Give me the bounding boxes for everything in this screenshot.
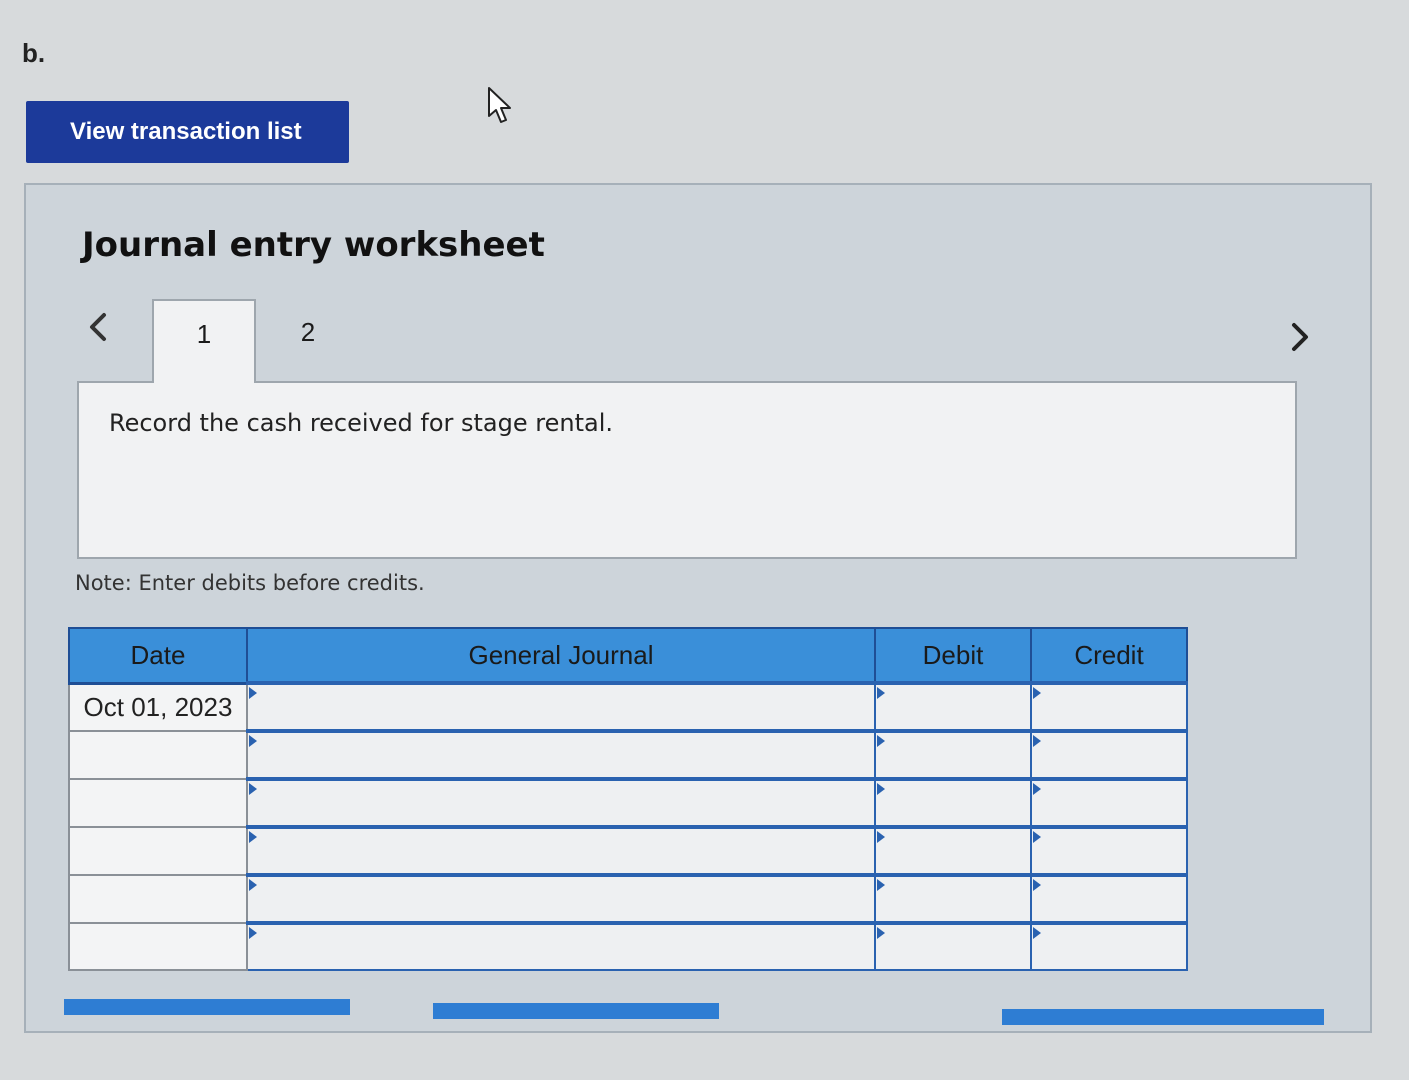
mouse-pointer-icon: [488, 87, 511, 123]
column-header-credit: Credit: [1030, 627, 1188, 685]
account-cell[interactable]: [246, 777, 876, 828]
debit-cell[interactable]: [874, 777, 1032, 828]
record-entry-button[interactable]: [64, 999, 350, 1015]
credit-cell[interactable]: [1030, 777, 1188, 828]
debit-cell[interactable]: [874, 825, 1032, 876]
credit-cell[interactable]: [1030, 921, 1188, 971]
tab-2-label: 2: [300, 317, 316, 347]
tab-1[interactable]: 1: [152, 299, 256, 383]
tab-2[interactable]: 2: [258, 299, 358, 383]
column-header-debit: Debit: [874, 627, 1032, 685]
worksheet-title: Journal entry worksheet: [82, 225, 545, 265]
table-row: [68, 729, 1188, 780]
table-row: [68, 825, 1188, 876]
date-cell[interactable]: [68, 730, 248, 780]
date-cell[interactable]: [68, 778, 248, 828]
date-cell[interactable]: [68, 874, 248, 924]
date-cell[interactable]: [68, 922, 248, 971]
chevron-right-icon[interactable]: [1284, 317, 1314, 357]
table-row: [68, 777, 1188, 828]
clear-entry-button[interactable]: [433, 1003, 719, 1019]
account-cell[interactable]: [246, 825, 876, 876]
debit-cell[interactable]: [874, 729, 1032, 780]
general-journal-table: Date General Journal Debit Credit Oct 01…: [68, 627, 1188, 971]
table-row: Oct 01, 2023: [68, 681, 1188, 732]
account-cell[interactable]: [246, 729, 876, 780]
credit-cell[interactable]: [1030, 729, 1188, 780]
account-cell[interactable]: [246, 921, 876, 971]
column-header-general-journal: General Journal: [246, 627, 876, 685]
view-transaction-list-button[interactable]: View transaction list: [26, 101, 349, 163]
date-cell[interactable]: Oct 01, 2023: [68, 682, 248, 732]
table-row: [68, 921, 1188, 971]
table-row: [68, 873, 1188, 924]
prompt-text: Record the cash received for stage renta…: [109, 409, 613, 437]
journal-entry-worksheet: Journal entry worksheet 1 2 Record the c…: [24, 183, 1372, 1033]
part-label: b.: [22, 38, 46, 68]
view-general-journal-button[interactable]: [1002, 1009, 1324, 1025]
debit-cell[interactable]: [874, 921, 1032, 971]
debit-cell[interactable]: [874, 873, 1032, 924]
credit-cell[interactable]: [1030, 681, 1188, 732]
account-cell[interactable]: [246, 873, 876, 924]
note-text: Note: Enter debits before credits.: [75, 571, 425, 595]
table-header-row: Date General Journal Debit Credit: [68, 627, 1188, 685]
prompt-box: Record the cash received for stage renta…: [77, 381, 1297, 559]
account-cell[interactable]: [246, 681, 876, 732]
column-header-date: Date: [68, 627, 248, 685]
tab-1-label: 1: [196, 319, 212, 349]
chevron-left-icon[interactable]: [84, 307, 114, 347]
debit-cell[interactable]: [874, 681, 1032, 732]
date-cell[interactable]: [68, 826, 248, 876]
credit-cell[interactable]: [1030, 825, 1188, 876]
credit-cell[interactable]: [1030, 873, 1188, 924]
